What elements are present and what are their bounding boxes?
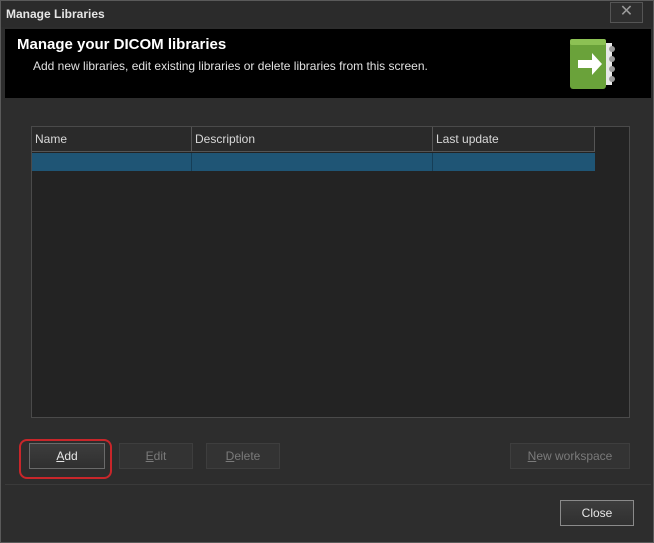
cell-description xyxy=(192,153,433,171)
title-bar: Manage Libraries ✕ xyxy=(1,1,653,27)
delete-button[interactable]: Delete xyxy=(206,443,280,469)
table-header: Name Description Last update xyxy=(32,127,595,152)
table-row[interactable] xyxy=(32,153,595,171)
add-button[interactable]: Add xyxy=(29,443,105,469)
column-header-description[interactable]: Description xyxy=(192,127,433,152)
add-label-rest: dd xyxy=(64,449,78,463)
delete-mnemonic: D xyxy=(225,449,235,463)
edit-label-rest: dit xyxy=(153,449,167,463)
close-button[interactable]: Close xyxy=(560,500,634,526)
manage-libraries-dialog: Manage Libraries ✕ Manage your DICOM lib… xyxy=(0,0,654,543)
new-workspace-button[interactable]: New workspace xyxy=(510,443,630,469)
header-subtitle: Add new libraries, edit existing librari… xyxy=(33,59,428,73)
dialog-header: Manage your DICOM libraries Add new libr… xyxy=(5,29,651,98)
library-book-arrow-icon xyxy=(570,39,615,89)
window-title: Manage Libraries xyxy=(6,7,105,21)
cell-last-update xyxy=(433,153,595,171)
edit-button[interactable]: Edit xyxy=(119,443,193,469)
cell-name xyxy=(32,153,192,171)
footer-separator xyxy=(5,484,651,485)
new-workspace-label-rest: ew workspace xyxy=(536,449,613,463)
window-close-icon[interactable]: ✕ xyxy=(610,2,643,23)
libraries-table[interactable]: Name Description Last update xyxy=(31,126,630,418)
new-workspace-mnemonic: N xyxy=(527,449,537,463)
header-title: Manage your DICOM libraries xyxy=(17,36,227,53)
column-header-last-update[interactable]: Last update xyxy=(433,127,595,152)
column-header-name[interactable]: Name xyxy=(32,127,192,152)
delete-label-rest: elete xyxy=(234,449,261,463)
edit-mnemonic: E xyxy=(145,449,154,463)
